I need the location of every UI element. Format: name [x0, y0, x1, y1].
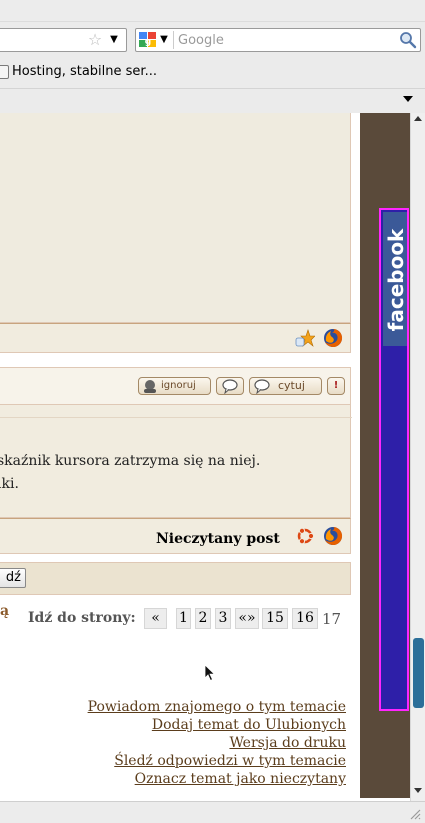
scroll-up-arrow-icon[interactable]: [414, 116, 422, 121]
menu-strip: [0, 0, 425, 22]
post-footer: [0, 323, 351, 353]
bookmark-favicon-icon: [0, 65, 9, 79]
forum-page: ignoruj cytuj ! skaźnik kursora zatrzyma…: [0, 113, 410, 798]
jump-button[interactable]: dź: [0, 568, 26, 588]
pagination-page[interactable]: 1: [176, 608, 191, 629]
post-body: skaźnik kursora zatrzyma się na niej. lk…: [0, 405, 352, 518]
quote-bubble-icon: [253, 378, 271, 395]
search-input[interactable]: [178, 29, 396, 51]
post-text-line: lki.: [0, 476, 19, 492]
link-track-replies[interactable]: Śledź odpowiedzi w tym temacie: [114, 753, 346, 769]
star-icon[interactable]: ☆: [86, 31, 104, 49]
text-fragment: ą: [0, 603, 10, 619]
search-separator: [173, 31, 174, 49]
link-print-version[interactable]: Wersja do druku: [229, 735, 346, 751]
search-bar[interactable]: g ▼: [135, 28, 421, 52]
post-header: ignoruj cytuj !: [0, 367, 351, 405]
tabs-row: [0, 88, 425, 113]
facebook-label: facebook: [384, 228, 408, 332]
pagination-current: 17: [322, 610, 342, 628]
unread-post-label: Nieczytany post: [156, 531, 280, 547]
facebook-tab[interactable]: facebook: [379, 208, 409, 711]
pagination-ellipsis[interactable]: «»: [235, 608, 259, 629]
status-bar: [0, 801, 425, 823]
pagination-page[interactable]: 3: [215, 608, 231, 629]
ignore-button[interactable]: ignoruj: [138, 377, 211, 395]
spacer: [0, 354, 351, 367]
google-icon[interactable]: g: [139, 32, 157, 48]
url-bar[interactable]: ☆ ▼: [0, 28, 127, 52]
post-text-line: skaźnik kursora zatrzyma się na niej.: [0, 453, 261, 469]
bookmark-item[interactable]: Hosting, stabilne ser...: [12, 64, 157, 79]
jump-bar: dź: [0, 562, 351, 595]
post-body: [0, 113, 351, 323]
facebook-label-box: facebook: [383, 212, 408, 346]
resize-grip-icon[interactable]: [409, 808, 421, 820]
quote-label: cytuj: [278, 379, 305, 392]
engine-dropdown-icon[interactable]: ▼: [158, 31, 170, 49]
svg-text:g: g: [145, 37, 151, 47]
bookmarks-toolbar: Hosting, stabilne ser...: [0, 60, 425, 86]
quote-button[interactable]: cytuj: [249, 377, 322, 395]
link-mark-unread[interactable]: Oznacz temat jako nieczytany: [135, 771, 346, 787]
spacer: [0, 554, 351, 562]
mouse-pointer-icon: [204, 664, 216, 682]
pagination-page[interactable]: 15: [262, 608, 288, 629]
vertical-scrollbar[interactable]: [410, 113, 425, 801]
link-add-favorite[interactable]: Dodaj temat do Ulubionych: [152, 717, 346, 733]
link-notify-friend[interactable]: Powiadom znajomego o tym temacie: [88, 699, 346, 715]
url-dropdown-icon[interactable]: ▼: [107, 31, 121, 49]
browser-chrome: ☆ ▼ g ▼ Hosting, stabilne ser...: [0, 0, 425, 113]
speech-bubble-icon: [220, 379, 240, 397]
ignore-label: ignoruj: [161, 380, 196, 391]
firefox-icon: [324, 328, 343, 347]
pagination-page[interactable]: 16: [292, 608, 318, 629]
star-badge-icon: [295, 329, 315, 347]
report-button[interactable]: !: [327, 377, 345, 395]
ubuntu-icon: [297, 527, 315, 545]
firefox-icon: [324, 526, 343, 545]
post-divider: [0, 417, 352, 418]
tab-list-arrow-icon[interactable]: [403, 96, 413, 102]
ignore-icon: [142, 378, 158, 394]
scroll-thumb[interactable]: [413, 638, 424, 708]
scroll-down-arrow-icon[interactable]: [414, 788, 422, 793]
magnifier-icon[interactable]: [399, 31, 417, 49]
pagination-page[interactable]: 2: [195, 608, 211, 629]
pagination-prev[interactable]: «: [144, 608, 167, 629]
quote-icon-button[interactable]: [216, 377, 244, 395]
post-footer: Nieczytany post: [0, 518, 351, 554]
pagination-label: Idź do strony:: [28, 610, 136, 626]
